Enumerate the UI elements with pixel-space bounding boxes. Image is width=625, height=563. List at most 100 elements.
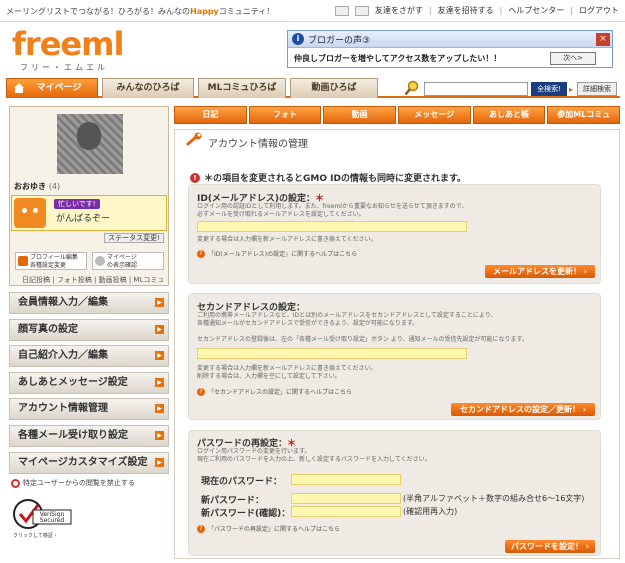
second-help-text: 「セカンドアドレスの設定」に関するヘルプはこちら <box>208 389 353 396</box>
current-password-label: 現在のパスワード： <box>201 477 283 487</box>
menu-label: マイページカスタマイズ設定 <box>18 456 148 468</box>
subtab-video[interactable]: 動画 <box>323 106 397 124</box>
freeml-logo[interactable]: freeml フリー・エムエル <box>12 26 142 72</box>
menu-member-info[interactable]: 会員情報入力／編集 ▶ <box>9 292 169 314</box>
menu-label: 各種メール受け取り設定 <box>18 429 128 441</box>
subtab-footprints[interactable]: あしあと帳 <box>472 106 546 124</box>
password-help-link[interactable]: ? 「パスワードの再設定」に関するヘルプはこちら <box>197 524 340 533</box>
password-panel: パスワードの再設定：＊ ログイン用パスワードの変更を行います。 現在ご利用のパス… <box>188 430 601 556</box>
edit-icon <box>18 256 28 266</box>
arrow-icon: ▶ <box>155 430 164 440</box>
id-desc-3: 変更する場合は入力欄を新メールアドレスに書き換えてください。 <box>197 236 377 243</box>
username: おおゆき (4) <box>14 181 60 192</box>
update-email-button[interactable]: メールアドレスを更新！ <box>485 265 595 278</box>
tab-mypage[interactable]: マイページ <box>6 78 98 98</box>
tab-mlcomu-hiroba[interactable]: MLコミュひろば <box>198 78 286 98</box>
subtab-message[interactable]: メッセージ <box>398 106 471 124</box>
mypage-view-label-2: の表示確認 <box>107 262 138 269</box>
block-users-label: 特定ユーザーからの閲覧を禁止する <box>23 479 135 487</box>
confirm-password-note: (確認用再入力) <box>403 507 458 516</box>
info-icon: i <box>292 33 304 45</box>
arrow-icon: ▶ <box>155 324 164 334</box>
second-address-field[interactable] <box>197 348 467 359</box>
house-icon <box>14 83 24 93</box>
help-icon: ? <box>197 524 205 533</box>
username-text: おおゆき <box>14 182 46 191</box>
page-title: アカウント情報の管理 <box>186 132 308 150</box>
search-icon <box>404 80 419 96</box>
quick-links[interactable]: 日記投稿 | フォト投稿 | 動画投稿 | MLコミュ <box>22 275 164 285</box>
status-box: 忙しいです! がんばるぞー <box>11 195 167 231</box>
menu-mail-settings[interactable]: 各種メール受け取り設定 ▶ <box>9 424 169 447</box>
close-icon[interactable]: × <box>596 33 610 46</box>
new-password-field[interactable] <box>291 493 401 504</box>
menu-label: 自己紹介入力／編集 <box>18 350 108 362</box>
id-settings-panel: ID(メールアドレス)の設定：＊ ログイン用の認証IDとして利用します。また、f… <box>188 184 601 284</box>
link-find-friends[interactable]: 友達をさがす <box>375 5 423 16</box>
menu-mypage-customize[interactable]: マイページカスタマイズ設定 ▶ <box>9 451 169 474</box>
username-count: (4) <box>48 182 61 191</box>
prohibited-icon <box>11 478 20 488</box>
monitor-icon[interactable] <box>354 5 369 16</box>
arrow-icon: ▶ <box>155 404 164 414</box>
top-links: 友達をさがす | 友達を招待する | ヘルプセンター | ログアウト <box>334 5 619 16</box>
tab-label: マイページ <box>36 83 82 93</box>
subtab-diary[interactable]: 日記 <box>174 106 247 124</box>
profile-photo[interactable] <box>57 114 123 174</box>
tagline-text-end: コミュニティ！ <box>218 7 275 16</box>
menu-self-intro[interactable]: 自己紹介入力／編集 ▶ <box>9 345 169 368</box>
link-help-center[interactable]: ヘルプセンター <box>508 5 564 16</box>
blogger-voice-popup: i ブロガーの声③ × 仲良しブロガーを増やしてアクセス数をアップしたい！！ 次へ… <box>287 30 613 68</box>
arrow-icon: ▶ <box>155 457 164 467</box>
block-users-link[interactable]: 特定ユーザーからの閲覧を禁止する <box>11 478 135 488</box>
search-input[interactable] <box>424 82 528 96</box>
confirm-password-field[interactable] <box>291 506 401 517</box>
arrow-icon: ▶ <box>155 351 164 361</box>
help-icon: ? <box>197 249 205 258</box>
second-address-button[interactable]: セカンドアドレスの設定／更新！ <box>451 403 595 416</box>
subtab-photo[interactable]: フォト <box>248 106 322 124</box>
avatar[interactable] <box>14 198 46 228</box>
menu-face-photo[interactable]: 顔写真の設定 ▶ <box>9 318 169 341</box>
arrow-icon: ▸ <box>569 85 574 94</box>
profile-settings-label: 各種設定変更 <box>30 262 67 269</box>
window-icon[interactable] <box>334 5 349 16</box>
set-password-button[interactable]: パスワードを設定！ <box>505 540 595 553</box>
alert-icon: ! <box>190 172 200 183</box>
menu-account-management[interactable]: アカウント情報管理 ▶ <box>9 398 169 421</box>
verisign-seal[interactable]: VeriSign Secured クリックして検証 › <box>11 498 73 540</box>
second-help-link[interactable]: ? 「セカンドアドレスの設定」に関するヘルプはこちら <box>197 387 352 396</box>
detail-search-button[interactable]: 詳細検索 <box>577 82 617 96</box>
menu-label: あしあとメッセージ設定 <box>18 376 128 388</box>
search-button[interactable]: 全検索! <box>531 82 567 96</box>
link-logout[interactable]: ログアウト <box>579 5 619 16</box>
menu-footprint-message[interactable]: あしあとメッセージ設定 ▶ <box>9 371 169 394</box>
new-password-note: (半角アルファベット＋数字の組み合せ6〜16文字) <box>403 494 585 503</box>
status-change-button[interactable]: ステータス変更! <box>104 233 164 243</box>
tab-douga-hiroba[interactable]: 動画ひろば <box>290 78 378 98</box>
popup-message[interactable]: 仲良しブロガーを増やしてアクセス数をアップしたい！！ <box>294 53 501 64</box>
status-badge: 忙しいです! <box>54 199 100 209</box>
tab-minna-hiroba[interactable]: みんなのひろば <box>102 78 194 98</box>
notice-text: ＊の項目を変更されるとGMO IDの情報も同時に変更されます。 <box>204 174 467 184</box>
page-title-text: アカウント情報の管理 <box>208 139 308 150</box>
link-invite-friends[interactable]: 友達を招待する <box>438 5 494 16</box>
email-field[interactable] <box>197 221 467 232</box>
id-help-link[interactable]: ? 「ID(メールアドレス)の設定」に関するヘルプはこちら <box>197 249 357 258</box>
current-password-field[interactable] <box>291 474 401 485</box>
mypage-view-button[interactable]: マイページ の表示確認 <box>92 252 164 270</box>
second-desc-3: セカンドアドレスの登録後は、左の「各種メール受け取り設定」ボタン より、通知メー… <box>197 336 528 343</box>
menu-label: 会員情報入力／編集 <box>18 297 108 308</box>
subtab-ml-community[interactable]: 参加MLコミュ <box>547 106 621 124</box>
profile-edit-button[interactable]: プロフィール編集 各種設定変更 <box>15 252 87 270</box>
tagline-text: メーリングリストでつながる！ひろがる！みんなの <box>6 7 190 16</box>
password-desc-2: 現在ご利用のパスワードを入力の上、新しく設定するパスワードを入力してください。 <box>197 456 431 463</box>
settings-menu: 会員情報入力／編集 ▶ 顔写真の設定 ▶ 自己紹介入力／編集 ▶ あしあとメッセージ設… <box>9 292 169 478</box>
new-password-label: 新パスワード： <box>201 496 265 506</box>
verisign-caption: クリックして検証 › <box>13 532 56 539</box>
wrench-icon <box>186 132 202 146</box>
popup-next-button[interactable]: 次へ> <box>550 52 596 65</box>
second-address-panel: セカンドアドレスの設定： ご利用の携帯メールアドレスなど、IDとは別のメールアド… <box>188 293 601 420</box>
password-help-text: 「パスワードの再設定」に関するヘルプはこちら <box>208 526 341 533</box>
notice: ! ＊の項目を変更されるとGMO IDの情報も同時に変更されます。 <box>190 171 466 184</box>
